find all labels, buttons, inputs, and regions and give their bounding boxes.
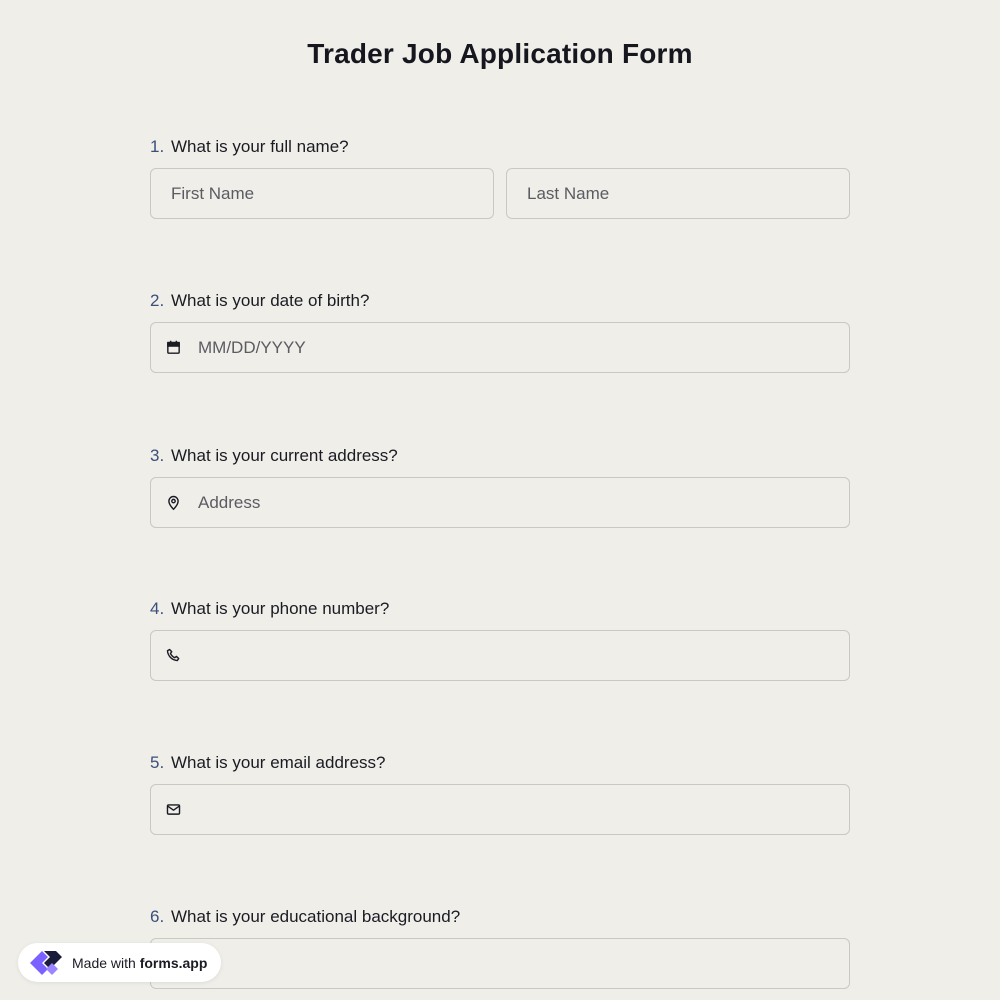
question-text: What is your educational background? (171, 907, 461, 926)
question-text: What is your phone number? (171, 599, 390, 618)
education-input[interactable] (150, 938, 850, 989)
question-text: What is your current address? (171, 446, 398, 465)
made-with-badge[interactable]: Made with forms.app (18, 943, 222, 982)
question-current-address: 3. What is your current address? Address (150, 445, 850, 528)
question-number: 4. (150, 599, 165, 618)
date-placeholder: MM/DD/YYYY (198, 337, 306, 357)
question-date-of-birth: 2. What is your date of birth? MM/DD/YYYY (150, 290, 850, 373)
address-placeholder: Address (198, 492, 261, 512)
page-title: Trader Job Application Form (307, 38, 693, 69)
map-pin-icon (164, 494, 182, 512)
first-name-placeholder: First Name (171, 183, 255, 203)
question-label: 5. What is your email address? (150, 752, 850, 774)
question-email-address: 5. What is your email address? (150, 752, 850, 835)
email-input[interactable] (150, 784, 850, 835)
question-phone-number: 4. What is your phone number? (150, 598, 850, 681)
last-name-input[interactable]: Last Name (506, 168, 850, 219)
mail-icon (164, 801, 182, 819)
last-name-placeholder: Last Name (527, 183, 610, 203)
question-number: 2. (150, 291, 165, 310)
question-text: What is your date of birth? (171, 291, 370, 310)
question-label: 3. What is your current address? (150, 445, 850, 467)
address-input[interactable]: Address (150, 477, 850, 528)
question-text: What is your email address? (171, 753, 386, 772)
badge-text: Made with forms.app (72, 955, 207, 971)
question-number: 6. (150, 907, 165, 926)
question-full-name: 1. What is your full name? First Name Las… (150, 136, 850, 219)
forms-app-logo-icon (26, 947, 66, 979)
date-of-birth-input[interactable]: MM/DD/YYYY (150, 322, 850, 373)
question-text: What is your full name? (171, 137, 349, 156)
question-educational-background: 6. What is your educational background? (150, 906, 850, 989)
question-label: 2. What is your date of birth? (150, 290, 850, 312)
badge-prefix: Made with (72, 954, 136, 971)
question-number: 5. (150, 753, 165, 772)
question-label: 6. What is your educational background? (150, 906, 850, 928)
phone-input[interactable] (150, 630, 850, 681)
question-number: 3. (150, 446, 165, 465)
calendar-icon (164, 339, 182, 357)
badge-brand: forms.app (139, 954, 208, 971)
phone-icon (164, 647, 182, 665)
question-label: 4. What is your phone number? (150, 598, 850, 620)
question-label: 1. What is your full name? (150, 136, 850, 158)
question-number: 1. (150, 137, 165, 156)
first-name-input[interactable]: First Name (150, 168, 494, 219)
